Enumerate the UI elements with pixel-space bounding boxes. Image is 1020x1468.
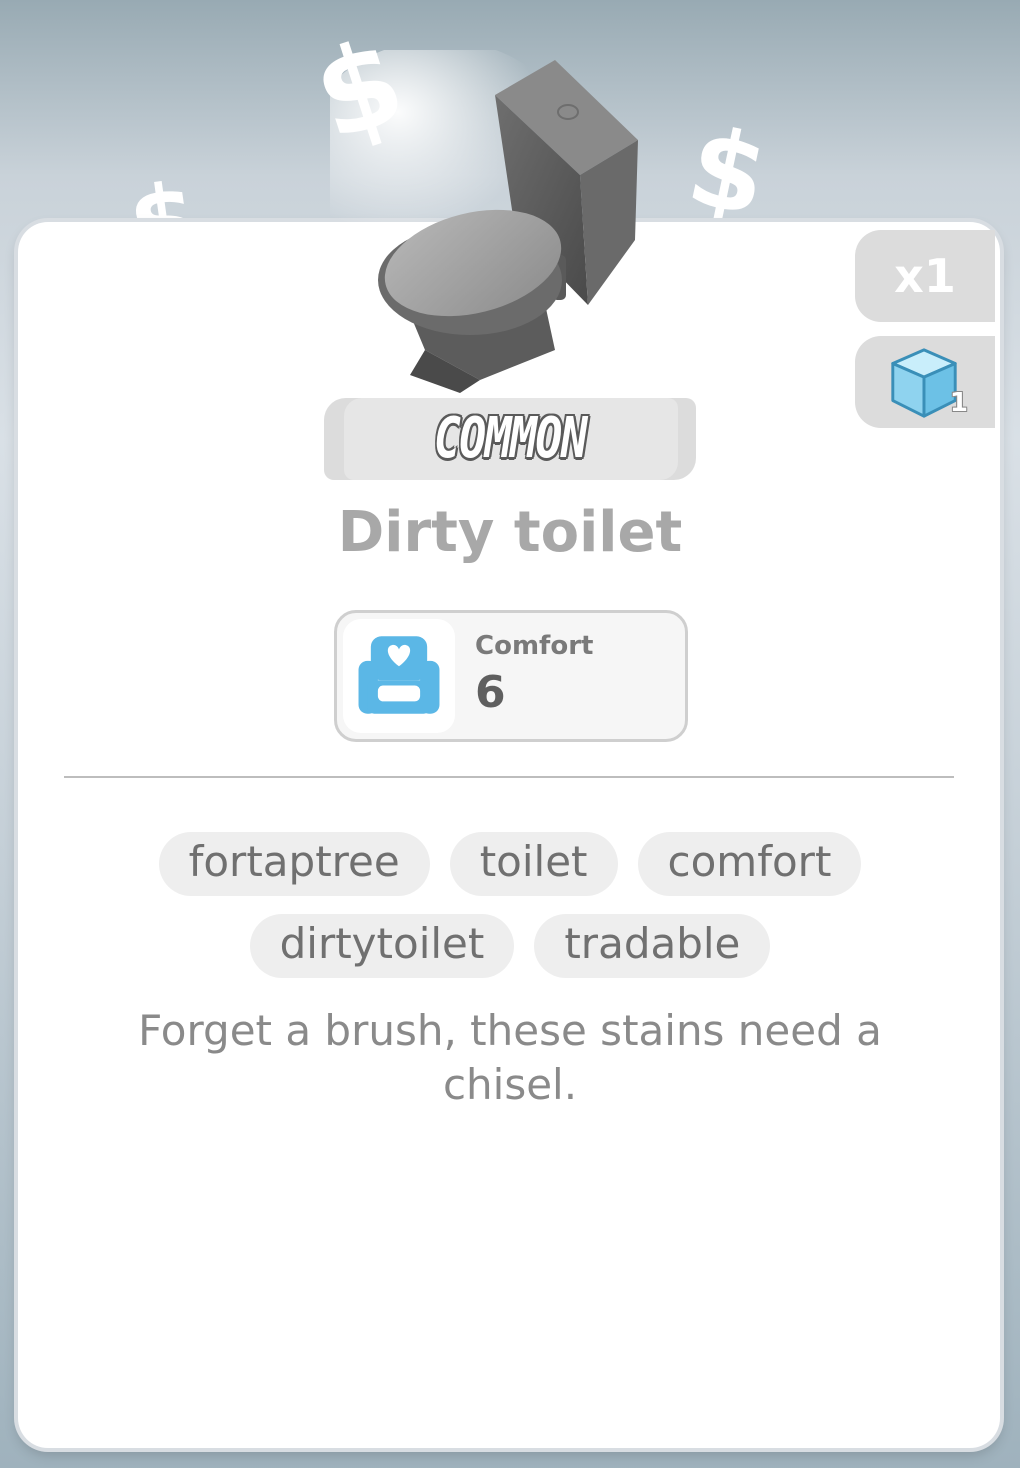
dollar-sign-decor: $ [677, 103, 778, 242]
stat-label: Comfort [475, 631, 594, 661]
tag-chip: fortaptree [158, 832, 430, 896]
item-description: Forget a brush, these stains need a chis… [138, 1006, 882, 1109]
rarity-label: COMMON [433, 406, 588, 471]
stat-value: 6 [475, 667, 506, 718]
divider [64, 776, 954, 778]
tag-chip: tradable [534, 914, 771, 978]
tag-chip: dirtytoilet [249, 914, 515, 978]
quantity-text: x1 [894, 249, 956, 303]
item-name: Dirty toilet [337, 500, 683, 565]
tag-chip: comfort [637, 832, 862, 896]
cube-count: 1 [949, 388, 968, 418]
tag-chip: toilet [449, 832, 618, 896]
quantity-badge: x1 [855, 230, 995, 322]
cube-badge: 1 [855, 336, 995, 428]
stat-comfort: Comfort 6 [334, 610, 688, 742]
armchair-heart-icon [358, 636, 440, 714]
tag-list: fortaptree toilet comfort dirtytoilet tr… [120, 832, 900, 978]
rarity-banner: COMMON [324, 398, 696, 480]
toilet-icon [330, 50, 638, 393]
